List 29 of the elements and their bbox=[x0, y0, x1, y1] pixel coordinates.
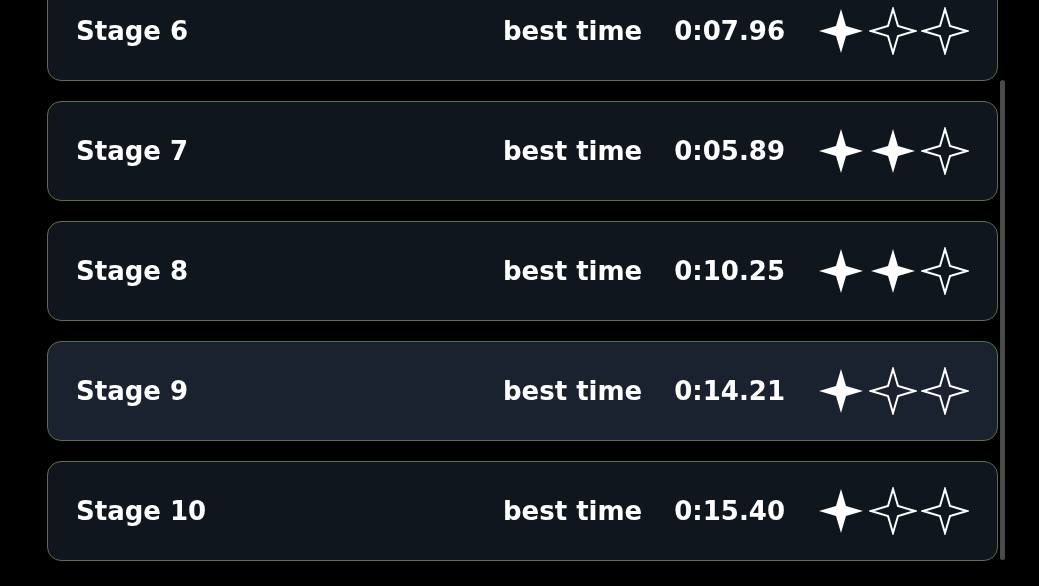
stage-row[interactable]: Stage 10 best time 0:15.40 bbox=[47, 461, 998, 561]
stage-row[interactable]: Stage 7 best time 0:05.89 bbox=[47, 101, 998, 201]
outline-star-icon bbox=[869, 487, 917, 535]
best-time-value: 0:15.40 bbox=[674, 494, 785, 528]
best-time-label: best time bbox=[503, 374, 643, 408]
outline-star-icon bbox=[921, 247, 969, 295]
best-time-label: best time bbox=[503, 254, 643, 288]
best-time-value: 0:05.89 bbox=[674, 134, 785, 168]
best-time-value: 0:07.96 bbox=[674, 14, 785, 48]
scrollbar[interactable] bbox=[1000, 80, 1005, 560]
stage-row[interactable]: Stage 8 best time 0:10.25 bbox=[47, 221, 998, 321]
stage-row[interactable]: Stage 9 best time 0:14.21 bbox=[47, 341, 998, 441]
outline-star-icon bbox=[921, 127, 969, 175]
stage-name: Stage 6 bbox=[76, 14, 189, 48]
outline-star-icon bbox=[921, 487, 969, 535]
outline-star-icon bbox=[921, 367, 969, 415]
stage-name: Stage 10 bbox=[76, 494, 207, 528]
outline-star-icon bbox=[921, 7, 969, 55]
best-time-value: 0:14.21 bbox=[674, 374, 785, 408]
best-time-label: best time bbox=[503, 14, 643, 48]
stage-name: Stage 9 bbox=[76, 374, 189, 408]
best-time-label: best time bbox=[503, 494, 643, 528]
outline-star-icon bbox=[869, 7, 917, 55]
stage-name: Stage 7 bbox=[76, 134, 189, 168]
outline-star-icon bbox=[869, 367, 917, 415]
best-time-label: best time bbox=[503, 134, 643, 168]
best-time-value: 0:10.25 bbox=[674, 254, 785, 288]
stage-row[interactable]: Stage 6 best time 0:07.96 bbox=[47, 0, 998, 81]
stage-name: Stage 8 bbox=[76, 254, 189, 288]
